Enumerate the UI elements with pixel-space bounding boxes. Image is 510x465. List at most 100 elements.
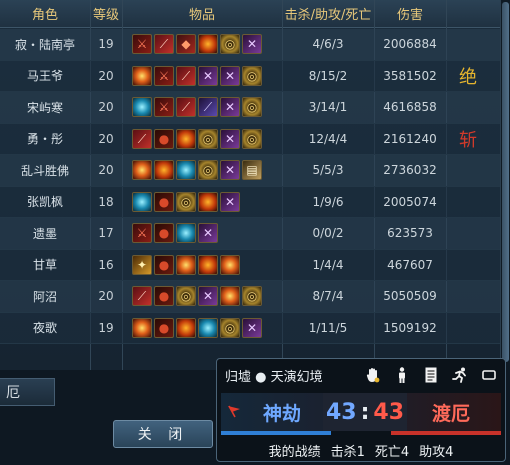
fire-orb-icon[interactable]: [176, 128, 196, 149]
player-row[interactable]: 阿沼 20 ⟋ ● ◎ ✕ ◎ 8/7/4 5050509: [0, 281, 500, 313]
scrollbar[interactable]: [500, 0, 510, 370]
hand-icon[interactable]: [365, 367, 381, 383]
player-items: ⚔ ● ✕: [122, 223, 282, 244]
purple-amulet-icon[interactable]: ✕: [220, 97, 240, 118]
fire-orb-icon[interactable]: [198, 191, 218, 212]
scroll-icon[interactable]: ▤: [242, 160, 262, 181]
header-name: 角色: [31, 8, 58, 23]
cyan-gem-icon[interactable]: [176, 223, 196, 244]
player-row[interactable]: 寂・陆南亭 19 ⚔ ⟋ ◆ ◎ ✕ 4/6/3 2006884: [0, 29, 500, 61]
golden-claw-icon[interactable]: ✦: [132, 254, 152, 275]
player-row[interactable]: 遗墨 17 ⚔ ● ✕ 0/0/2 623573: [0, 218, 500, 250]
purple-amulet-icon[interactable]: ✕: [198, 65, 218, 86]
red-blade-icon[interactable]: ⚔: [132, 34, 152, 55]
purple-amulet-icon[interactable]: ✕: [198, 223, 218, 244]
player-row[interactable]: 勇・彤 20 ⟋ ● ◎ ✕ ◎ 12/4/4 2161240 斩: [0, 123, 500, 155]
fire-orb-icon[interactable]: [198, 34, 218, 55]
flame-gem-icon[interactable]: [132, 65, 152, 86]
red-gourd-icon[interactable]: ●: [154, 317, 174, 338]
red-gourd-icon[interactable]: ●: [154, 223, 174, 244]
flame-gem-icon[interactable]: [176, 254, 196, 275]
purple-amulet-icon[interactable]: ✕: [242, 34, 262, 55]
golden-ring-icon[interactable]: ◎: [242, 128, 262, 149]
red-blade-icon[interactable]: ⚔: [154, 65, 174, 86]
scarlet-sword-icon[interactable]: ⟋: [154, 34, 174, 55]
golden-ring-icon[interactable]: ◎: [220, 34, 240, 55]
golden-ring-icon[interactable]: ◎: [242, 286, 262, 307]
golden-ring-icon[interactable]: ◎: [198, 160, 218, 181]
flame-gem-icon[interactable]: [132, 317, 152, 338]
golden-ring-icon[interactable]: ◎: [176, 191, 196, 212]
fire-orb-icon[interactable]: [154, 160, 174, 181]
score-separator: :: [360, 399, 370, 425]
header-kda: 击杀/助攻/死亡: [284, 8, 372, 23]
cyan-gem-icon[interactable]: [132, 97, 152, 118]
scrollbar-thumb[interactable]: [502, 2, 509, 362]
flame-gem-icon[interactable]: [220, 254, 240, 275]
close-button[interactable]: 关 闭: [113, 420, 213, 448]
document-icon[interactable]: [423, 367, 439, 383]
purple-sword-icon[interactable]: ⟋: [198, 97, 218, 118]
purple-amulet-icon[interactable]: ✕: [220, 128, 240, 149]
player-row[interactable]: 甘草 16 ✦ ● 1/4/4 467607: [0, 249, 500, 281]
golden-ring-icon[interactable]: ◎: [198, 128, 218, 149]
hud-scoreboard: 神劫 43 : 43 渡厄: [221, 393, 501, 431]
golden-ring-icon[interactable]: ◎: [176, 286, 196, 307]
golden-ring-icon[interactable]: ◎: [242, 97, 262, 118]
player-items: ⚔ ⟋ ✕ ✕ ◎: [122, 65, 282, 86]
cyan-gem-icon[interactable]: [176, 160, 196, 181]
fire-orb-icon[interactable]: [176, 317, 196, 338]
red-blade-icon[interactable]: ⚔: [154, 97, 174, 118]
player-items: ⟋ ● ◎ ✕ ◎: [122, 128, 282, 149]
player-row[interactable]: 乱斗胜佛 20 ◎ ✕ ▤ 5/5/3 2736032: [0, 155, 500, 187]
player-name: 甘草: [32, 258, 57, 273]
minimize-icon[interactable]: [481, 367, 497, 383]
player-level: 20: [98, 289, 114, 304]
red-gourd-icon[interactable]: ●: [154, 286, 174, 307]
flag-icon: [227, 403, 241, 422]
fire-orb-icon[interactable]: [198, 254, 218, 275]
team-tab[interactable]: 厄: [0, 378, 55, 406]
player-name: 乱斗胜佛: [20, 163, 69, 178]
purple-amulet-icon[interactable]: ✕: [220, 191, 240, 212]
scarlet-sword-icon[interactable]: ⟋: [176, 65, 196, 86]
runner-icon[interactable]: [452, 367, 468, 383]
red-gourd-icon[interactable]: ●: [154, 128, 174, 149]
person-icon[interactable]: [394, 367, 410, 383]
scarlet-sword-icon[interactable]: ⟋: [132, 128, 152, 149]
player-row[interactable]: 张凯枫 18 ● ◎ ✕ 1/9/6 2005074: [0, 186, 500, 218]
golden-ring-icon[interactable]: ◎: [220, 317, 240, 338]
player-damage: 3581502: [383, 68, 437, 83]
player-name: 勇・彤: [26, 132, 63, 147]
hud-icons: [365, 367, 497, 383]
flame-gem-icon[interactable]: [220, 286, 240, 307]
player-damage: 4616858: [383, 100, 437, 115]
header-items: 物品: [188, 8, 215, 23]
red-gourd-icon[interactable]: ●: [154, 254, 174, 275]
player-row[interactable]: 宋屿寒 20 ⚔ ⟋ ⟋ ✕ ◎ 3/14/1 4616858: [0, 92, 500, 124]
player-kda: 5/5/3: [312, 163, 344, 178]
battle-hud: 归墟 ● 天演幻境 神劫 43 : 43 渡厄 我的战绩 击杀1 死亡4 助攻4: [216, 358, 506, 462]
red-boot-icon[interactable]: ◆: [176, 34, 196, 55]
player-row[interactable]: 马王爷 20 ⚔ ⟋ ✕ ✕ ◎ 8/15/2 3581502 绝: [0, 60, 500, 92]
player-items: ◎ ✕ ▤: [122, 160, 282, 181]
scarlet-sword-icon[interactable]: ⟋: [176, 97, 196, 118]
score-right: 43: [373, 399, 405, 425]
flame-gem-icon[interactable]: [132, 160, 152, 181]
player-row[interactable]: 夜歌 19 ● ◎ ✕ 1/11/5 1509192: [0, 312, 500, 344]
purple-amulet-icon[interactable]: ✕: [242, 317, 262, 338]
purple-amulet-icon[interactable]: ✕: [198, 286, 218, 307]
red-blade-icon[interactable]: ⚔: [132, 223, 152, 244]
player-items: ⟋ ● ◎ ✕ ◎: [122, 286, 282, 307]
player-title-mark: 斩: [459, 129, 477, 151]
purple-amulet-icon[interactable]: ✕: [220, 160, 240, 181]
player-level: 17: [98, 226, 114, 241]
cyan-gem-icon[interactable]: [198, 317, 218, 338]
red-gourd-icon[interactable]: ●: [154, 191, 174, 212]
scarlet-sword-icon[interactable]: ⟋: [132, 286, 152, 307]
purple-amulet-icon[interactable]: ✕: [220, 65, 240, 86]
player-kda: 8/7/4: [312, 289, 344, 304]
cyan-gem-icon[interactable]: [132, 191, 152, 212]
my-assists: 助攻4: [419, 444, 454, 460]
golden-ring-icon[interactable]: ◎: [242, 65, 262, 86]
